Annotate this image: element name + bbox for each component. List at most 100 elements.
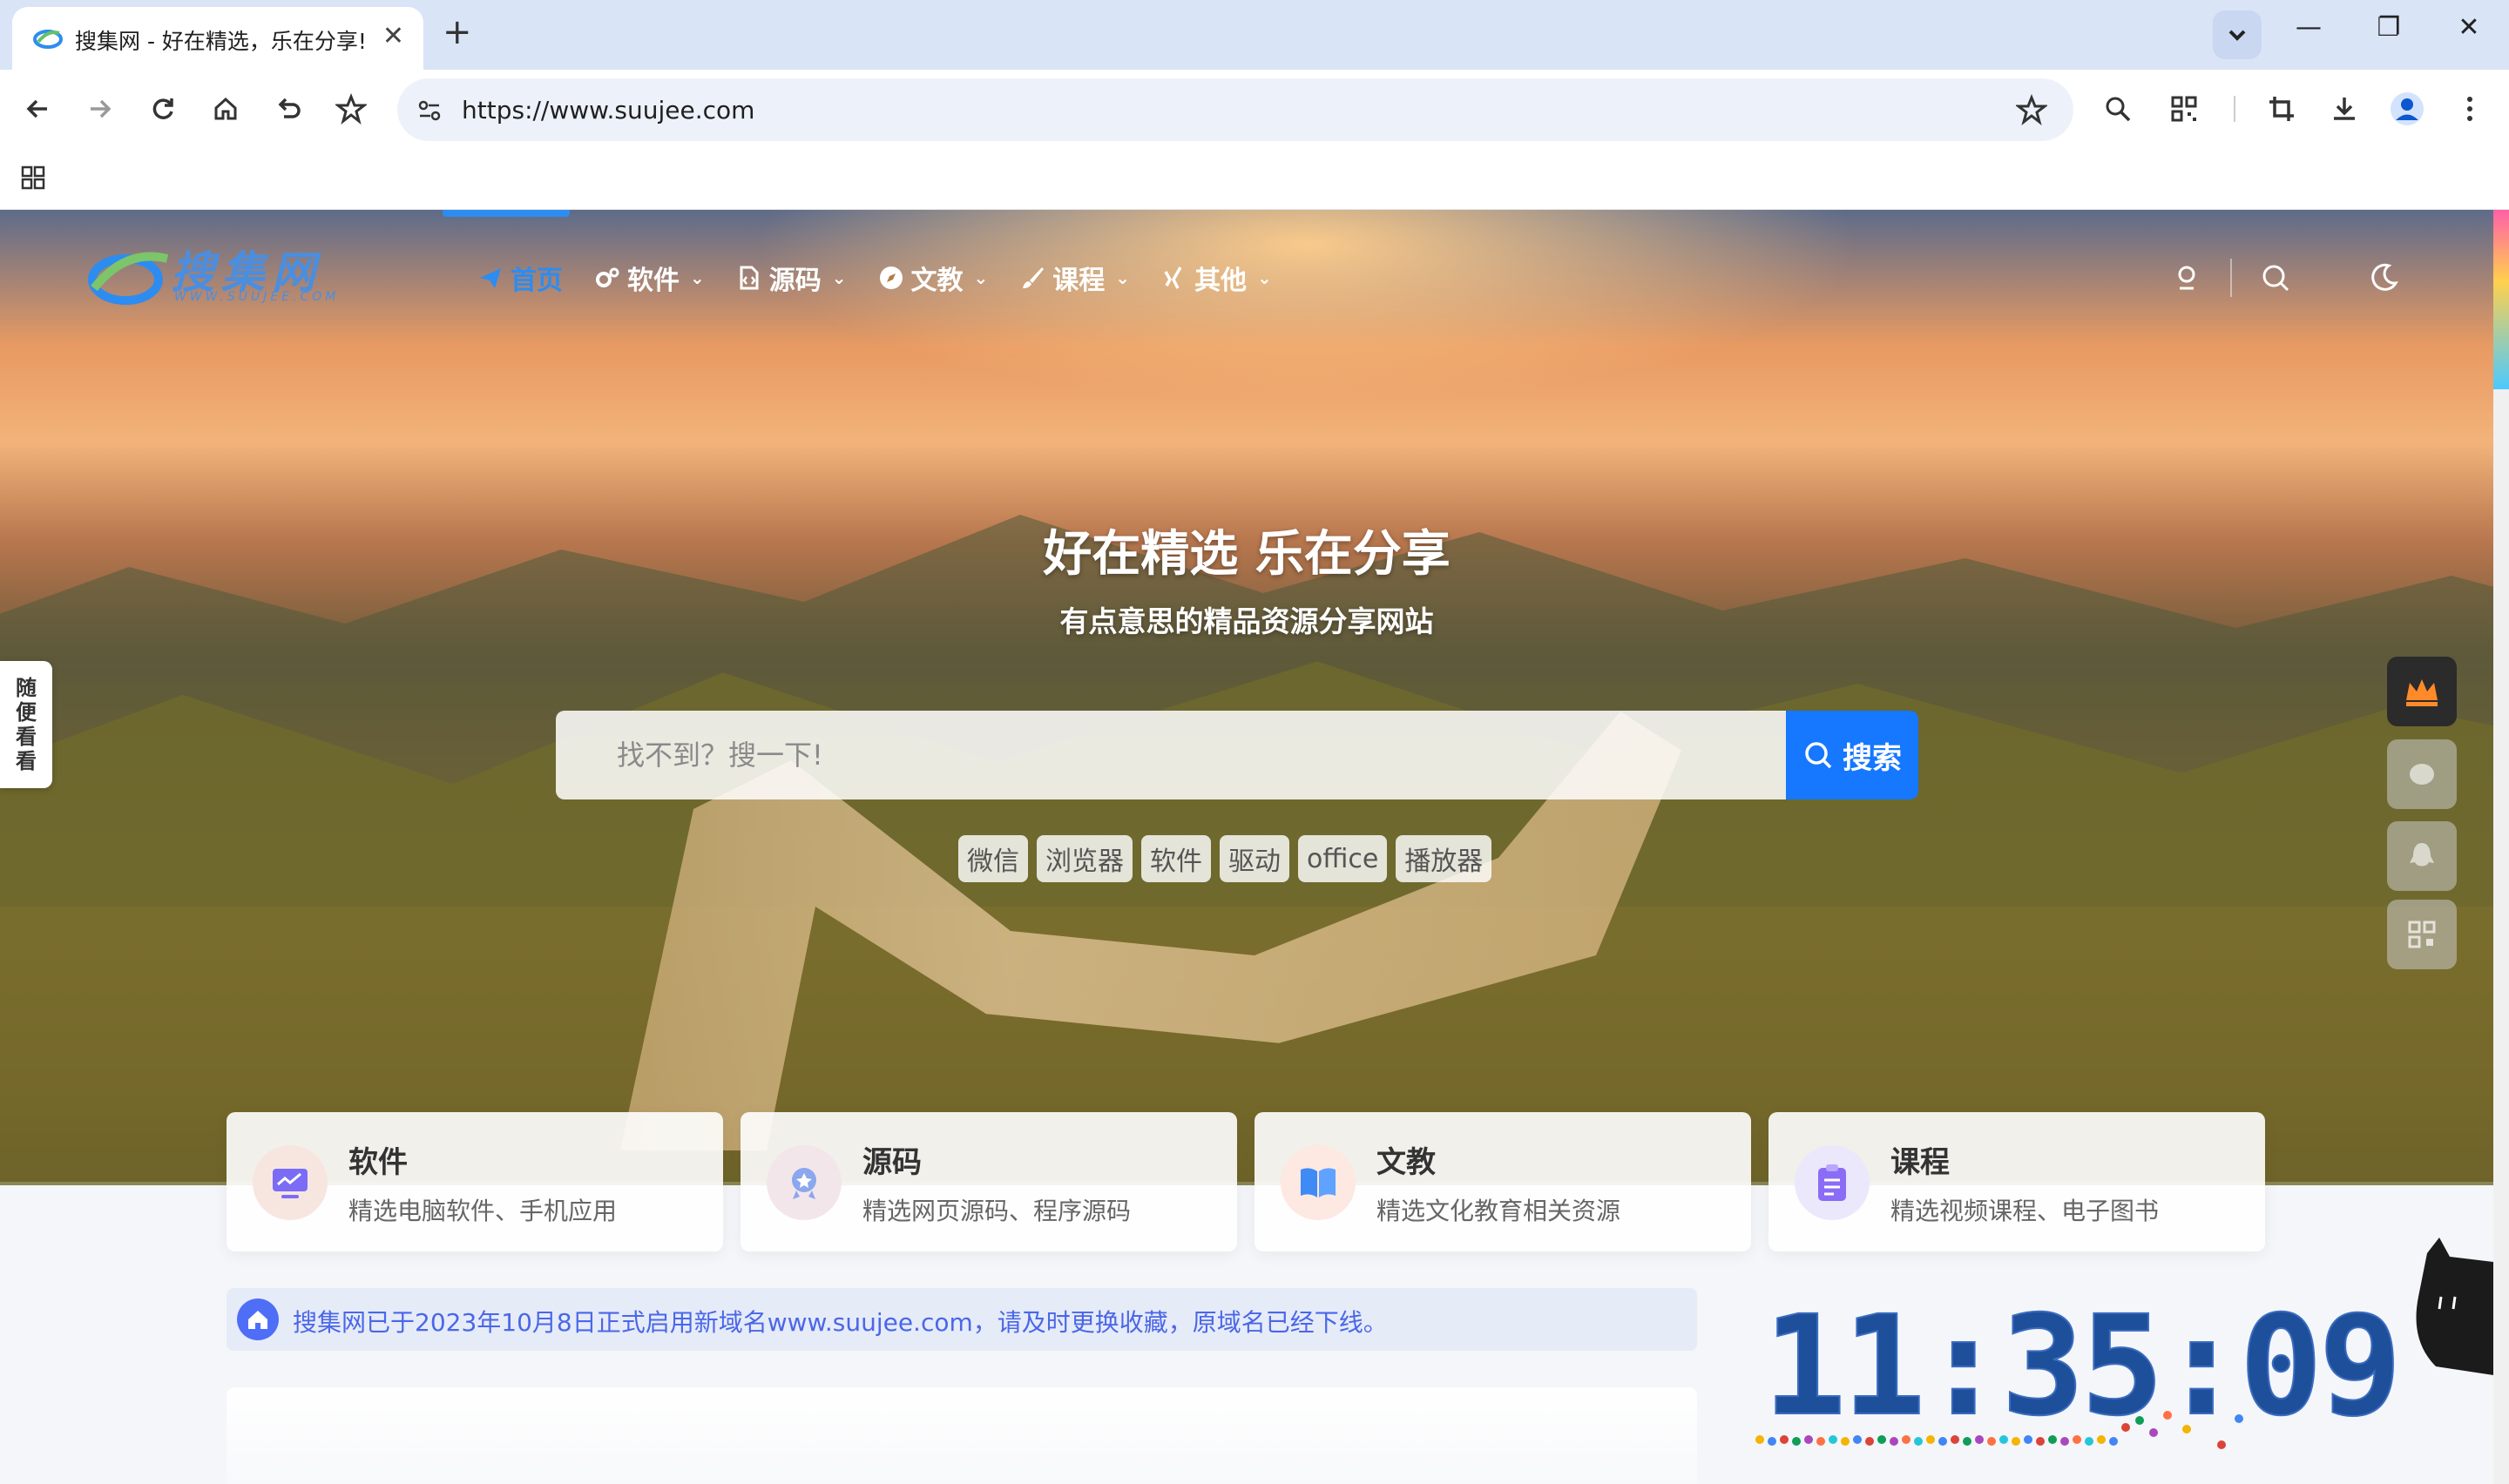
chevron-down-icon: ⌄	[1257, 267, 1272, 288]
brush-icon	[1023, 267, 1045, 288]
address-bar[interactable]: https://www.suujee.com	[397, 78, 2073, 141]
search-input[interactable]	[556, 711, 1788, 799]
home-icon[interactable]	[206, 89, 246, 129]
clock-confetti-dots	[1755, 1411, 2243, 1449]
chevron-down-icon: ⌄	[690, 267, 705, 288]
chevron-down-icon: ⌄	[1115, 267, 1131, 288]
xing-icon	[1164, 266, 1182, 289]
bookmark-star-icon[interactable]	[331, 89, 371, 129]
bookmark-page-star-icon[interactable]	[2016, 94, 2047, 125]
nav-item-home[interactable]: 首页	[462, 252, 578, 304]
category-card-education[interactable]: 文教 精选文化教育相关资源	[1254, 1112, 1751, 1251]
home-icon	[237, 1298, 279, 1340]
code-file-icon	[740, 266, 759, 290]
category-cards: 软件 精选电脑软件、手机应用 源码 精选网页源码、程序源码 文教 精选文化教育相…	[227, 1112, 2265, 1251]
hero-slogan: 好在精选 乐在分享	[1043, 526, 1451, 583]
nav-item-courses[interactable]: 课程 ⌄	[1004, 252, 1146, 304]
download-icon[interactable]	[2324, 89, 2364, 129]
category-card-source[interactable]: 源码 精选网页源码、程序源码	[741, 1112, 1237, 1251]
wechat-float-button[interactable]	[2387, 739, 2457, 809]
content-panel	[227, 1387, 1697, 1484]
random-char: 便	[16, 700, 37, 725]
site-logo[interactable]: 搜集网 WWW.SUUJEE.COM	[87, 236, 348, 314]
chart-monitor-icon	[253, 1145, 328, 1220]
hero-search-box	[556, 711, 1788, 799]
scrollbar-track[interactable]	[2493, 210, 2509, 1484]
black-cat-mascot	[2416, 1238, 2493, 1375]
close-window-button[interactable]: ✕	[2443, 12, 2495, 43]
clipboard-icon	[1795, 1145, 1870, 1220]
hero-banner	[0, 210, 2493, 1185]
tab-search-button[interactable]	[2213, 10, 2262, 59]
vip-crown-button[interactable]	[2387, 657, 2457, 726]
logo-subtext: WWW.SUUJEE.COM	[174, 290, 340, 304]
category-card-courses[interactable]: 课程 精选视频课程、电子图书	[1768, 1112, 2265, 1251]
badge-icon	[767, 1145, 842, 1220]
category-card-software[interactable]: 软件 精选电脑软件、手机应用	[227, 1112, 723, 1251]
book-icon	[1281, 1145, 1356, 1220]
qq-penguin-icon	[2410, 843, 2434, 867]
main-nav: 首页 软件 ⌄ 源码 ⌄ 文教 ⌄ 课程 ⌄ 其他 ⌄	[462, 252, 1288, 304]
compass-icon	[879, 266, 903, 289]
minimize-button[interactable]: —	[2282, 12, 2335, 43]
back-icon[interactable]	[17, 89, 57, 129]
search-icon[interactable]	[2258, 260, 2293, 295]
hot-tag[interactable]: 驱动	[1220, 835, 1289, 882]
nav-item-source[interactable]: 源码 ⌄	[720, 252, 862, 304]
scrollbar-thumb[interactable]	[2493, 210, 2509, 389]
random-char: 看	[16, 725, 37, 749]
site-info-icon[interactable]	[416, 98, 443, 124]
browser-tab-bar: 搜集网 - 好在精选，乐在分享! ✕ + — ❐ ✕	[0, 0, 2509, 70]
hot-tag[interactable]: 软件	[1141, 835, 1211, 882]
dark-mode-moon-icon[interactable]	[2366, 260, 2401, 295]
more-menu-icon[interactable]	[2450, 89, 2490, 129]
tab-close-icon[interactable]: ✕	[382, 21, 404, 51]
chevron-down-icon: ⌄	[831, 267, 847, 288]
hot-tag[interactable]: 播放器	[1396, 835, 1492, 882]
nav-label: 课程	[1052, 266, 1106, 296]
url-text[interactable]: https://www.suujee.com	[462, 96, 754, 125]
undo-icon[interactable]	[268, 89, 308, 129]
nav-item-education[interactable]: 文教 ⌄	[862, 252, 1004, 304]
notice-text[interactable]: 搜集网已于2023年10月8日正式启用新域名www.suujee.com，请及时…	[293, 1304, 1388, 1339]
qr-code-icon[interactable]	[2164, 89, 2204, 129]
nav-label: 文教	[910, 266, 964, 296]
site-header: 搜集网 WWW.SUUJEE.COM 首页 软件 ⌄ 源码 ⌄ 文教 ⌄ 课程 …	[0, 210, 2493, 341]
nav-active-indicator	[443, 210, 570, 217]
apps-grid-icon[interactable]	[19, 164, 47, 192]
reload-icon[interactable]	[143, 89, 183, 129]
category-title: 课程	[1890, 1145, 1950, 1180]
search-button[interactable]: 搜索	[1786, 711, 1918, 799]
profile-avatar-icon[interactable]	[2387, 89, 2427, 129]
zoom-search-icon[interactable]	[2098, 89, 2138, 129]
category-description: 精选电脑软件、手机应用	[348, 1197, 618, 1225]
user-login-icon[interactable]	[2169, 260, 2204, 295]
category-description: 精选文化教育相关资源	[1376, 1197, 1621, 1225]
nav-item-other[interactable]: 其他 ⌄	[1146, 252, 1288, 304]
restore-button[interactable]: ❐	[2363, 12, 2415, 43]
hot-tag[interactable]: 浏览器	[1037, 835, 1133, 882]
category-description: 精选视频课程、电子图书	[1890, 1197, 2160, 1225]
browser-toolbar: https://www.suujee.com	[0, 70, 2509, 150]
qrcode-float-button[interactable]	[2387, 900, 2457, 969]
random-char: 随	[16, 676, 37, 700]
category-title: 软件	[348, 1145, 408, 1180]
bookmarks-bar	[0, 150, 2509, 210]
new-tab-button[interactable]: +	[443, 12, 472, 52]
crop-icon[interactable]	[2262, 89, 2302, 129]
browser-tab-active[interactable]: 搜集网 - 好在精选，乐在分享! ✕	[12, 7, 423, 70]
forward-icon[interactable]	[80, 89, 120, 129]
qq-float-button[interactable]	[2387, 821, 2457, 891]
nav-label: 首页	[511, 266, 563, 296]
toolbar-divider	[2234, 96, 2235, 122]
hot-tag[interactable]: office	[1298, 835, 1388, 882]
search-button-label: 搜索	[1843, 740, 1902, 776]
category-description: 精选网页源码、程序源码	[862, 1197, 1132, 1225]
nav-label: 软件	[627, 266, 680, 296]
tab-title: 搜集网 - 好在精选，乐在分享!	[75, 29, 367, 54]
random-browse-button[interactable]: 随 便 看 看	[0, 661, 52, 788]
nav-item-software[interactable]: 软件 ⌄	[578, 252, 720, 304]
gears-icon	[596, 267, 619, 287]
search-icon	[1805, 742, 1832, 769]
hot-tag[interactable]: 微信	[958, 835, 1028, 882]
